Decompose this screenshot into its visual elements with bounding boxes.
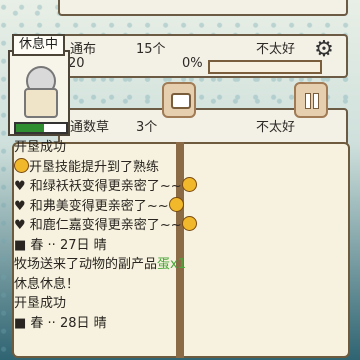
smiley-icon	[14, 157, 29, 173]
chat-button[interactable]	[162, 82, 196, 118]
log-entry: ♥ 和弗美变得更亲密了~~	[14, 196, 234, 217]
log-entry: 开垦成功	[14, 138, 234, 158]
calendar-marker-icon: ■	[14, 315, 31, 331]
heart-icon: ♥	[14, 179, 30, 194]
log-text: 和弗美变得更亲密了	[29, 198, 147, 214]
calendar-marker-icon: ■	[14, 237, 31, 253]
log-text: 开垦成功	[14, 296, 67, 311]
log-entry: ♥ 和绿袄袄变得更亲密了~~	[14, 177, 234, 197]
log-text: 开垦技能提升到了熟练	[29, 159, 160, 175]
pause-icon	[305, 93, 311, 109]
chat-bubble-icon	[171, 93, 191, 109]
log-entry: 休息休息！	[14, 275, 234, 295]
heart-icon: ♥	[14, 198, 30, 214]
log-entry: 牧场送来了动物的副产品蛋x1	[14, 255, 234, 275]
heart-icon: ♥	[14, 218, 30, 233]
log-entry: ♥ 和鹿仁嘉变得更亲密了~~	[14, 216, 234, 236]
item-gain: 蛋x1	[157, 257, 186, 272]
log-text: 和鹿仁嘉变得更亲密了	[29, 218, 160, 233]
log-entry: 开垦技能提升到了熟练	[14, 157, 234, 178]
item-name: 通布	[70, 42, 97, 57]
log-text: 春 ·· 28日 晴	[30, 315, 107, 331]
item-row-partial: +8 0%	[58, 0, 348, 16]
smiley-icon	[181, 216, 197, 231]
item-value: 20	[68, 56, 85, 71]
log-suffix: ~~	[159, 179, 182, 194]
item-status: 不太好	[256, 120, 296, 135]
log-suffix: ~~	[146, 198, 169, 214]
log-text: 休息休息！	[14, 276, 80, 292]
pause-button[interactable]	[294, 82, 328, 118]
log-text: 和绿袄袄变得更亲密了	[29, 179, 160, 194]
progress-bar	[208, 60, 322, 74]
gear-icon[interactable]: ⚙	[312, 38, 336, 62]
log-text: 春 ·· 27日 晴	[30, 237, 107, 253]
item-count: 15个	[136, 42, 166, 57]
log-entry: ■ 春 ·· 27日 晴	[14, 236, 234, 256]
status-label: 休息中	[12, 34, 66, 56]
item-row-1[interactable]: 通布 15个 不太好 20 0%	[58, 34, 348, 78]
log-suffix: ~~	[159, 218, 182, 233]
health-bar	[14, 122, 68, 134]
item-count: 3个	[136, 120, 158, 135]
event-log: 开垦成功 开垦技能提升到了熟练 ♥ 和绿袄袄变得更亲密了~~ ♥ 和弗美变得更亲密了~…	[14, 138, 234, 333]
pause-icon	[313, 93, 319, 109]
log-entry: 开垦成功	[14, 294, 234, 314]
item-name: 通数草	[70, 120, 110, 135]
item-percent: 0%	[182, 56, 203, 71]
log-text: 牧场送来了动物的副产品	[14, 257, 158, 272]
log-text: 开垦成功	[14, 140, 67, 155]
item-status: 不太好	[256, 42, 296, 57]
smiley-icon	[181, 177, 197, 192]
health-bar-fill	[16, 124, 44, 132]
smiley-icon	[168, 196, 184, 212]
avatar	[18, 60, 60, 118]
log-entry: ■ 春 ·· 28日 晴	[14, 314, 234, 334]
